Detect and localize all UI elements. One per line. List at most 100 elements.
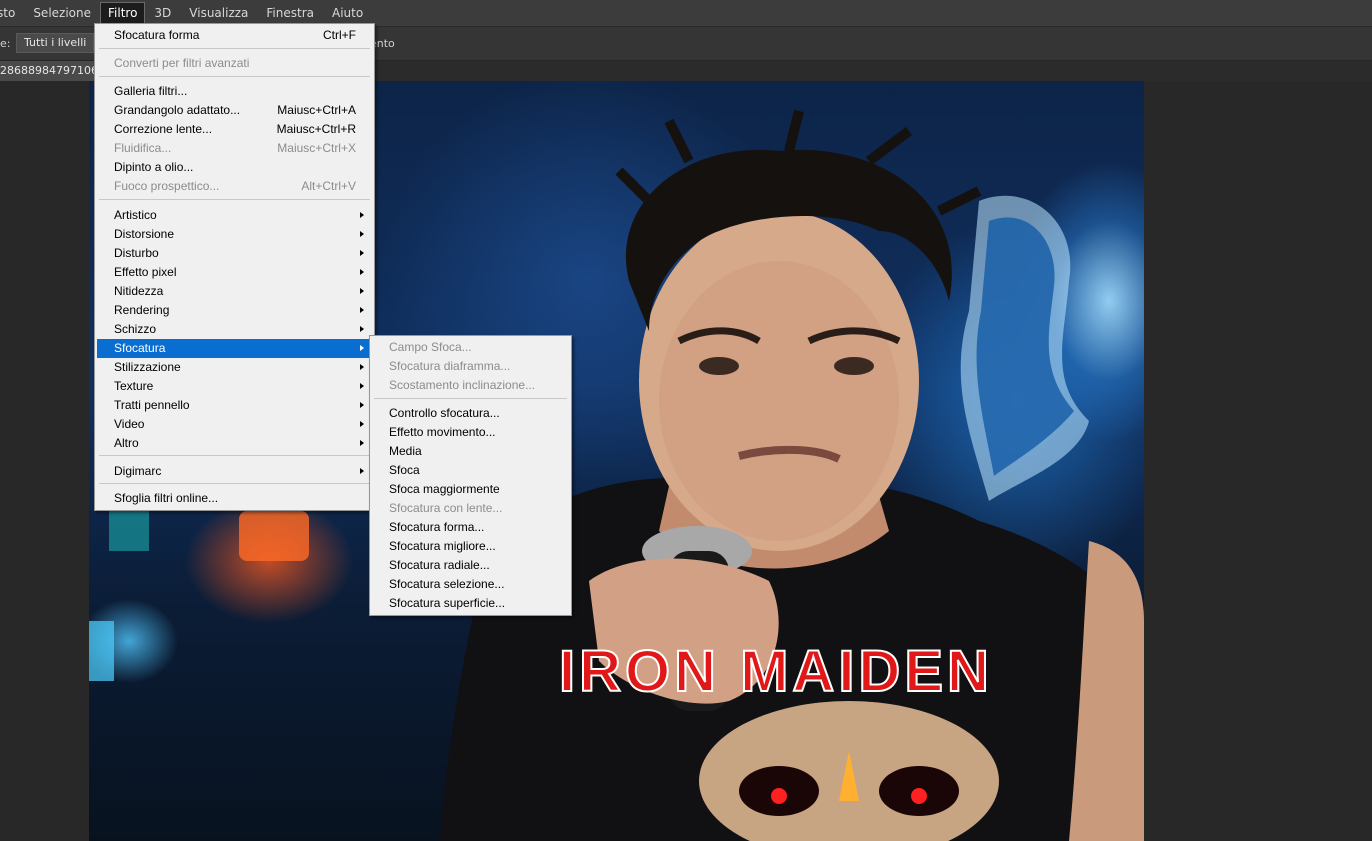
menu-item-label: Effetto pixel <box>114 265 177 279</box>
menu-item-label: Altro <box>114 436 139 450</box>
menu-item-sfocatura[interactable]: Sfocatura <box>97 339 372 358</box>
menu-item-label: Fluidifica... <box>114 141 172 155</box>
submenu-item-controllo-sfocatura[interactable]: Controllo sfocatura... <box>372 404 569 423</box>
submenu-item-sfocatura-forma[interactable]: Sfocatura forma... <box>372 518 569 537</box>
menu-visualizza[interactable]: Visualizza <box>180 2 257 24</box>
menu-item-disturbo[interactable]: Disturbo <box>97 244 372 263</box>
menu-item-label: Sfocatura diaframma... <box>389 359 511 373</box>
submenu-item-sfoca[interactable]: Sfoca <box>372 461 569 480</box>
menu-item-label: Distorsione <box>114 227 175 241</box>
menu-item-digimarc[interactable]: Digimarc <box>97 462 372 481</box>
submenu-item-sfocatura-migliore[interactable]: Sfocatura migliore... <box>372 537 569 556</box>
menu-item-sfocatura-forma-last[interactable]: Sfocatura forma Ctrl+F <box>97 26 372 45</box>
menu-3d[interactable]: 3D <box>145 2 180 24</box>
filter-menu: Sfocatura forma Ctrl+F Converti per filt… <box>94 23 375 511</box>
menu-item-artistico[interactable]: Artistico <box>97 206 372 225</box>
menu-item-label: Grandangolo adattato... <box>114 103 241 117</box>
submenu-item-sfocatura-radiale[interactable]: Sfocatura radiale... <box>372 556 569 575</box>
shirt-print-text: IRON MAIDEN <box>559 639 993 704</box>
menu-item-video[interactable]: Video <box>97 415 372 434</box>
menu-item-label: Converti per filtri avanzati <box>114 56 250 70</box>
submenu-item-effetto-movimento[interactable]: Effetto movimento... <box>372 423 569 442</box>
sample-label: e: <box>0 37 11 50</box>
submenu-arrow-icon <box>360 345 364 351</box>
document-tab[interactable]: 2868898479710618 <box>0 61 96 81</box>
submenu-item-sfocatura-superficie[interactable]: Sfocatura superficie... <box>372 594 569 613</box>
submenu-arrow-icon <box>360 288 364 294</box>
menu-item-effetto-pixel[interactable]: Effetto pixel <box>97 263 372 282</box>
menu-item-dipinto-a-olio[interactable]: Dipinto a olio... <box>97 158 372 177</box>
submenu-arrow-icon <box>360 383 364 389</box>
submenu-arrow-icon <box>360 269 364 275</box>
sample-layers-select[interactable]: Tutti i livelli <box>16 33 94 53</box>
menu-item-distorsione[interactable]: Distorsione <box>97 225 372 244</box>
menu-item-label: Artistico <box>114 208 157 222</box>
menu-item-label: Sfoca maggiormente <box>389 482 500 496</box>
submenu-arrow-icon <box>360 326 364 332</box>
menu-aiuto[interactable]: Aiuto <box>323 2 372 24</box>
submenu-arrow-icon <box>360 212 364 218</box>
menu-item-shortcut: Ctrl+F <box>323 28 356 42</box>
menu-separator <box>99 199 370 200</box>
menu-item-rendering[interactable]: Rendering <box>97 301 372 320</box>
menu-separator <box>99 455 370 456</box>
menu-separator <box>99 48 370 49</box>
submenu-item-media[interactable]: Media <box>372 442 569 461</box>
submenu-item-sfoca-maggiormente[interactable]: Sfoca maggiormente <box>372 480 569 499</box>
menu-item-label: Sfoca <box>389 463 420 477</box>
menu-item-label: Sfocatura selezione... <box>389 577 505 591</box>
menu-item-label: Sfocatura radiale... <box>389 558 490 572</box>
menu-item-label: Scostamento inclinazione... <box>389 378 536 392</box>
menu-item-label: Fuoco prospettico... <box>114 179 220 193</box>
menu-item-fluidifica: Fluidifica... Maiusc+Ctrl+X <box>97 139 372 158</box>
menu-modifica[interactable]: sto <box>0 2 24 24</box>
menu-item-sfoglia-filtri-online[interactable]: Sfoglia filtri online... <box>97 489 372 508</box>
menu-item-label: Campo Sfoca... <box>389 340 472 354</box>
menu-item-shortcut: Maiusc+Ctrl+R <box>276 122 356 136</box>
menu-separator <box>99 76 370 77</box>
menu-item-galleria-filtri[interactable]: Galleria filtri... <box>97 82 372 101</box>
menu-item-label: Correzione lente... <box>114 122 213 136</box>
menu-item-shortcut: Alt+Ctrl+V <box>301 179 356 193</box>
menu-item-label: Sfoglia filtri online... <box>114 491 219 505</box>
menu-item-label: Video <box>114 417 145 431</box>
submenu-arrow-icon <box>360 402 364 408</box>
menu-item-label: Nitidezza <box>114 284 164 298</box>
menu-item-label: Digimarc <box>114 464 162 478</box>
menu-item-tratti-pennello[interactable]: Tratti pennello <box>97 396 372 415</box>
menu-item-shortcut: Maiusc+Ctrl+A <box>277 103 356 117</box>
menu-item-label: Controllo sfocatura... <box>389 406 500 420</box>
submenu-arrow-icon <box>360 307 364 313</box>
menu-item-label: Stilizzazione <box>114 360 181 374</box>
menu-item-label: Texture <box>114 379 154 393</box>
menu-item-correzione-lente[interactable]: Correzione lente... Maiusc+Ctrl+R <box>97 120 372 139</box>
menu-item-label: Sfocatura <box>114 341 166 355</box>
menu-item-label: Effetto movimento... <box>389 425 496 439</box>
menu-item-label: Rendering <box>114 303 170 317</box>
blur-submenu: Campo Sfoca... Sfocatura diaframma... Sc… <box>369 335 572 616</box>
menu-item-label: Sfocatura forma <box>114 28 200 42</box>
menu-finestra[interactable]: Finestra <box>257 2 323 24</box>
menu-item-altro[interactable]: Altro <box>97 434 372 453</box>
menu-item-label: Schizzo <box>114 322 157 336</box>
menu-item-stilizzazione[interactable]: Stilizzazione <box>97 358 372 377</box>
menu-item-texture[interactable]: Texture <box>97 377 372 396</box>
menu-item-label: Sfocatura forma... <box>389 520 485 534</box>
menu-item-schizzo[interactable]: Schizzo <box>97 320 372 339</box>
menu-separator <box>99 483 370 484</box>
photoshop-window: sto Selezione Filtro 3D Visualizza Fines… <box>0 0 1372 841</box>
submenu-arrow-icon <box>360 421 364 427</box>
menu-item-converti-filtri-avanzati: Converti per filtri avanzati <box>97 54 372 73</box>
submenu-arrow-icon <box>360 468 364 474</box>
menu-item-label: Disturbo <box>114 246 159 260</box>
submenu-item-campo-sfoca: Campo Sfoca... <box>372 338 569 357</box>
menu-item-shortcut: Maiusc+Ctrl+X <box>277 141 356 155</box>
submenu-arrow-icon <box>360 250 364 256</box>
menu-selezione[interactable]: Selezione <box>24 2 100 24</box>
submenu-item-sfocatura-selezione[interactable]: Sfocatura selezione... <box>372 575 569 594</box>
submenu-item-sfocatura-diaframma: Sfocatura diaframma... <box>372 357 569 376</box>
menu-filtro[interactable]: Filtro <box>100 2 146 24</box>
menu-item-nitidezza[interactable]: Nitidezza <box>97 282 372 301</box>
menu-item-grandangolo-adattato[interactable]: Grandangolo adattato... Maiusc+Ctrl+A <box>97 101 372 120</box>
menu-item-label: Dipinto a olio... <box>114 160 194 174</box>
